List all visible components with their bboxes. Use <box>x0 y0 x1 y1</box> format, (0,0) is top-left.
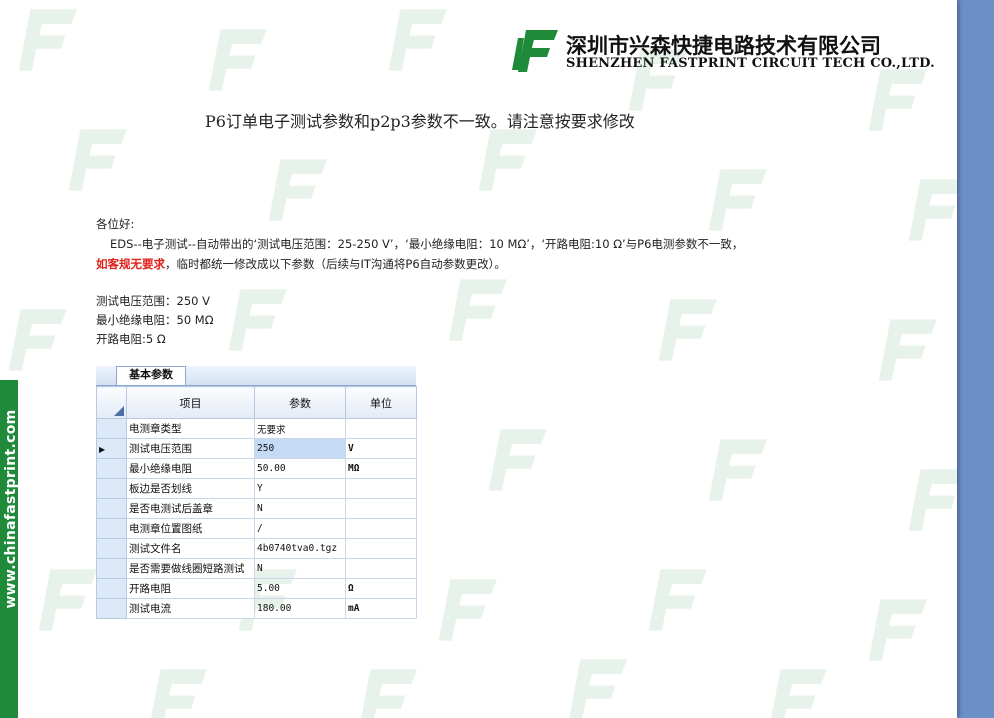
fastprint-logo-icon <box>512 30 558 72</box>
watermark-logo-icon <box>438 579 498 641</box>
cell-value[interactable]: N <box>254 498 346 519</box>
table-row[interactable]: 测试电流 180.00 mA <box>96 598 417 619</box>
param-voltage: 测试电压范围：250 V <box>96 294 210 308</box>
cell-value[interactable]: 180.00 <box>254 598 346 619</box>
greeting-text: 各位好: <box>96 217 135 231</box>
column-header-value[interactable]: 参数 <box>254 386 346 419</box>
watermark-logo-icon <box>228 289 288 351</box>
row-selector-header[interactable] <box>96 386 127 419</box>
watermark-logo-icon <box>569 659 628 718</box>
row-selector[interactable] <box>96 498 127 519</box>
cell-item[interactable]: 板边是否划线 <box>126 478 255 499</box>
row-selector[interactable] <box>96 478 127 499</box>
row-selector[interactable] <box>96 418 127 439</box>
cell-unit[interactable]: Ω <box>345 578 417 599</box>
cell-value[interactable]: 250 <box>254 438 346 459</box>
watermark-logo-icon <box>658 299 718 361</box>
table-row[interactable]: 电测章位置图纸 / <box>96 518 417 539</box>
table-row[interactable]: 板边是否划线 Y <box>96 478 417 499</box>
table-row[interactable]: ▶ 测试电压范围 250 V <box>96 438 417 459</box>
cell-value[interactable]: 无要求 <box>254 418 346 439</box>
cell-value[interactable]: N <box>254 558 346 579</box>
cell-item[interactable]: 测试电压范围 <box>126 438 255 459</box>
table-row[interactable]: 开路电阻 5.00 Ω <box>96 578 417 599</box>
table-row[interactable]: 是否电测试后盖章 N <box>96 498 417 519</box>
watermark-logo-icon <box>878 319 938 381</box>
watermark-logo-icon <box>708 439 768 501</box>
cell-item[interactable]: 电测章位置图纸 <box>126 518 255 539</box>
column-header-unit[interactable]: 单位 <box>345 386 417 419</box>
row-selector[interactable] <box>96 558 127 579</box>
watermark-logo-icon <box>68 129 128 191</box>
cell-unit[interactable] <box>345 558 417 579</box>
row-selector[interactable] <box>96 538 127 559</box>
parameter-table-body: 电测章类型 无要求 ▶ 测试电压范围 250 V 最小绝缘电阻 50.00 MΩ 板边是否划线 Y 是… <box>96 418 417 619</box>
table-row[interactable]: 电测章类型 无要求 <box>96 418 417 439</box>
watermark-logo-icon <box>448 279 508 341</box>
param-open-resistance: 开路电阻:5 Ω <box>96 332 166 346</box>
corner-triangle-icon <box>114 406 124 416</box>
watermark-logo-icon <box>868 599 928 661</box>
body-line-2: 如客规无要求，临时都统一修改成以下参数（后续与IT沟通将P6自动参数更改）。 <box>96 256 506 272</box>
grid-tabbar: 基本参数 <box>96 366 416 386</box>
current-row-arrow-icon: ▶ <box>99 444 106 454</box>
cell-item[interactable]: 最小绝缘电阻 <box>126 458 255 479</box>
row-selector[interactable] <box>96 598 127 619</box>
watermark-logo-icon <box>648 569 708 631</box>
body-line-1: EDS--电子测试--自动带出的‘测试电压范围：25-250 V’，‘最小绝缘电… <box>110 237 744 251</box>
notice-title: P6订单电子测试参数和p2p3参数不一致。请注意按要求修改 <box>205 112 635 131</box>
table-row[interactable]: 最小绝缘电阻 50.00 MΩ <box>96 458 417 479</box>
row-selector[interactable]: ▶ <box>96 438 127 459</box>
cell-value[interactable]: / <box>254 518 346 539</box>
parameter-grid: 基本参数 项目 参数 单位 电测章类型 无要求 ▶ 测试电压范围 250 V 最小绝缘电阻 5… <box>96 366 417 619</box>
table-row[interactable]: 是否需要做线圈短路测试 N <box>96 558 417 579</box>
watermark-logo-icon <box>488 429 548 491</box>
cell-unit[interactable]: MΩ <box>345 458 417 479</box>
cell-item[interactable]: 是否电测试后盖章 <box>126 498 255 519</box>
watermark-logo-icon <box>208 29 268 91</box>
cell-unit[interactable] <box>345 498 417 519</box>
cell-value[interactable]: 50.00 <box>254 458 346 479</box>
tab-basic-params[interactable]: 基本参数 <box>116 366 186 385</box>
company-name-en: SHENZHEN FASTPRINT CIRCUIT TECH CO.,LTD. <box>566 56 935 71</box>
cell-unit[interactable]: mA <box>345 598 417 619</box>
watermark-logo-icon <box>908 469 957 531</box>
cell-unit[interactable] <box>345 478 417 499</box>
parameter-table: 项目 参数 单位 电测章类型 无要求 ▶ 测试电压范围 250 V 最小绝缘电阻 50.00 M… <box>96 386 417 619</box>
row-selector[interactable] <box>96 578 127 599</box>
cell-item[interactable]: 开路电阻 <box>126 578 255 599</box>
watermark-logo-icon <box>708 169 768 231</box>
cell-unit[interactable] <box>345 418 417 439</box>
cell-item[interactable]: 测试文件名 <box>126 538 255 559</box>
cell-item[interactable]: 测试电流 <box>126 598 255 619</box>
cell-item[interactable]: 是否需要做线圈短路测试 <box>126 558 255 579</box>
watermark-logo-icon <box>868 69 928 131</box>
cell-unit[interactable] <box>345 518 417 539</box>
watermark-logo-icon <box>908 179 957 241</box>
column-header-item[interactable]: 项目 <box>126 386 255 419</box>
row-selector[interactable] <box>96 518 127 539</box>
cell-unit[interactable]: V <box>345 438 417 459</box>
cell-value[interactable]: 5.00 <box>254 578 346 599</box>
watermark-logo-icon <box>771 669 828 718</box>
cell-value[interactable]: 4b0740tva0.tgz <box>254 538 346 559</box>
watermark-logo-icon <box>478 129 538 191</box>
watermark-logo-icon <box>38 569 98 631</box>
watermark-logo-icon <box>388 9 448 71</box>
cell-item[interactable]: 电测章类型 <box>126 418 255 439</box>
cell-unit[interactable] <box>345 538 417 559</box>
watermark-logo-icon <box>268 159 328 221</box>
document-page: 深圳市兴森快捷电路技术有限公司 SHENZHEN FASTPRINT CIRCU… <box>0 0 957 718</box>
highlight-text: 如客规无要求 <box>96 257 165 271</box>
param-insulation: 最小绝缘电阻：50 MΩ <box>96 313 214 327</box>
row-selector[interactable] <box>96 458 127 479</box>
sidebar-website-text: www.chinafastprint.com <box>3 409 19 609</box>
watermark-logo-icon <box>361 669 418 718</box>
watermark-logo-icon <box>151 669 208 718</box>
table-row[interactable]: 测试文件名 4b0740tva0.tgz <box>96 538 417 559</box>
body-line-2-rest: ，临时都统一修改成以下参数（后续与IT沟通将P6自动参数更改）。 <box>165 257 506 271</box>
watermark-logo-icon <box>18 9 78 71</box>
cell-value[interactable]: Y <box>254 478 346 499</box>
